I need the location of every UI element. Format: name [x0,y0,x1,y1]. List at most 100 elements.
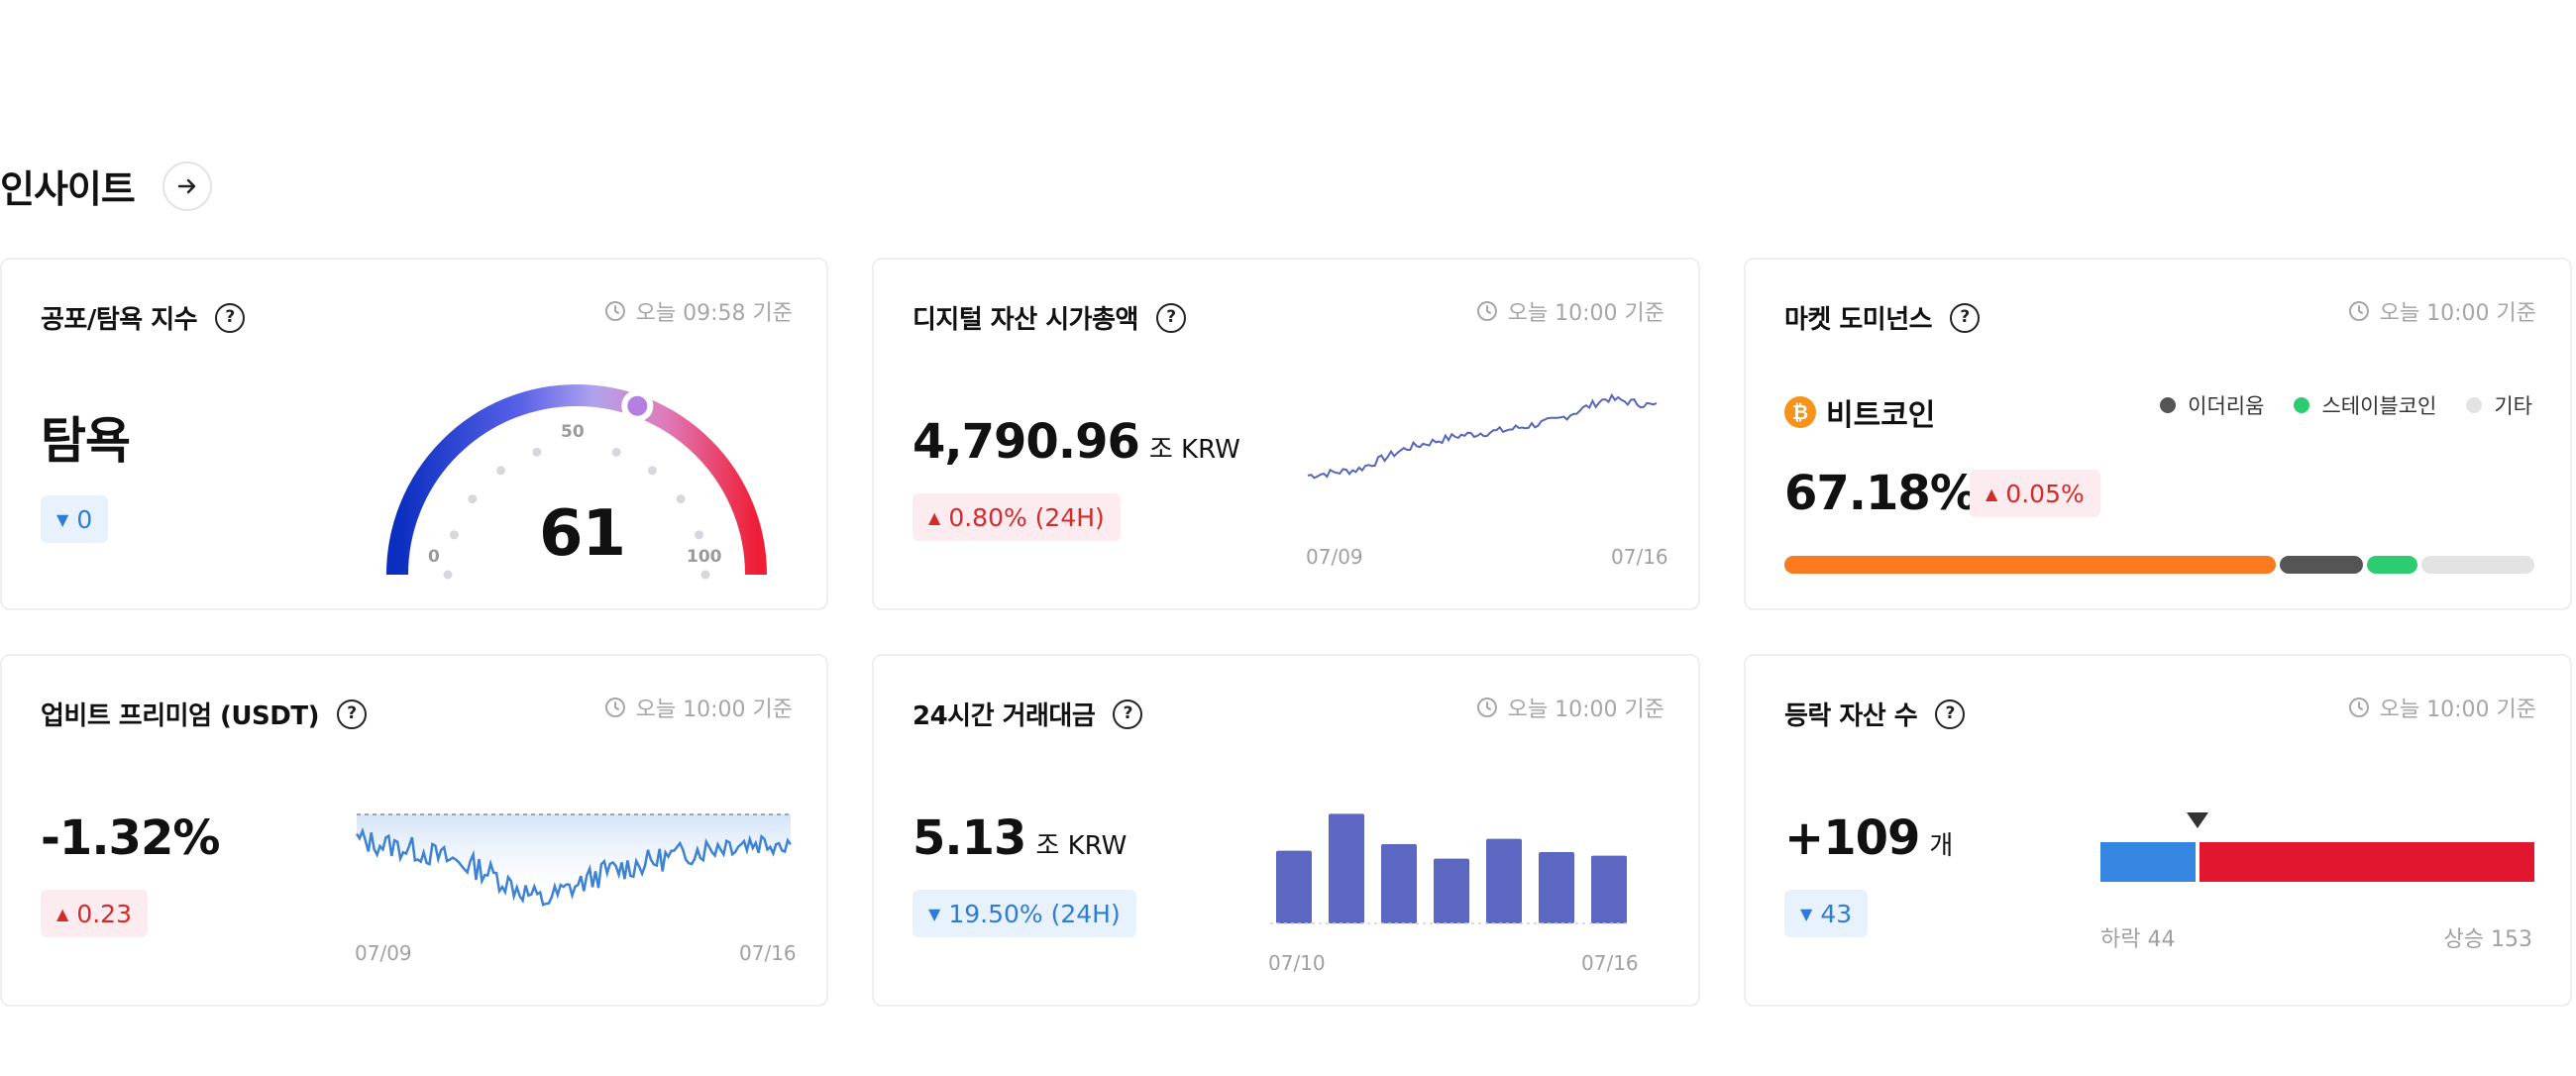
volume-card[interactable]: 24시간 거래대금 ? 오늘 10:00 기준 5.13 조 KRW ▼ 19.5… [872,654,1700,1007]
gauge-tick-dot [647,466,657,476]
triangle-down-icon: ▼ [928,904,941,923]
x-axis-end-label: 07/16 [1581,951,1639,975]
timestamp-text: 오늘 10:00 기준 [1507,301,1664,326]
gauge-tick-dot [676,494,686,504]
gauge-min-label: 0 [428,547,440,567]
dominance-segment [2367,556,2417,574]
clock-icon [604,301,625,321]
card-title: 등락 자산 수 [1784,701,1918,731]
x-axis-end-label: 07/16 [1611,545,1668,569]
card-title-row: 등락 자산 수 ? [1784,696,1966,732]
legend-dot [2160,397,2177,413]
timestamp-text: 오늘 10:00 기준 [1507,698,1664,722]
change-badge: ▲ 0.05% [1970,470,2100,517]
volume-number: 5.13 [912,810,1026,866]
premium-card[interactable]: 업비트 프리미엄 (USDT) ? 오늘 10:00 기준 -1.32% ▲ 0… [0,654,828,1007]
change-badge: ▼ 43 [1784,890,1869,937]
svg-text:₿: ₿ [1792,400,1808,424]
gauge-indicator [621,389,654,422]
legend-label: 기타 [2494,394,2532,418]
timestamp: 오늘 10:00 기준 [2348,692,2536,723]
gauge-tick-dot [532,447,542,457]
insight-more-button[interactable] [161,161,212,211]
legend-dot [2466,397,2483,413]
dominance-card[interactable]: 마켓 도미넌스 ? 오늘 10:00 기준 ₿ 비트코인 이더리움 스테이블코인 기… [1744,258,2572,610]
question-circle-icon[interactable]: ? [215,302,246,333]
x-axis-end-label: 07/16 [739,941,797,965]
legend-item: 기타 [2466,390,2532,420]
volume-unit: 조 KRW [1035,831,1127,861]
advance-segment [2199,842,2534,882]
legend-label: 스테이블코인 [2321,394,2437,418]
dominance-segment [2279,556,2364,574]
clock-icon [604,698,625,717]
question-circle-icon[interactable]: ? [1935,699,1966,729]
advance-decline-bar [2100,812,2534,882]
timestamp: 오늘 09:58 기준 [604,295,793,327]
x-axis-start-label: 07/10 [1268,951,1326,975]
fear-greed-card[interactable]: 공포/탐욕 지수 ? 오늘 09:58 기준 탐욕 ▼ 0 61 0 50 10… [0,258,828,610]
triangle-down-icon: ▼ [56,509,69,529]
question-circle-icon[interactable]: ? [1155,302,1186,333]
clock-icon [2348,301,2369,321]
triangle-down-icon [2186,812,2208,828]
card-title: 디지털 자산 시가총액 [912,305,1138,335]
triangle-up-icon: ▲ [1986,484,1998,503]
legend-label: 이더리움 [2188,394,2265,418]
dominance-segment [1784,556,2276,574]
sentiment-label: 탐욕 [41,412,131,470]
card-title-row: 공포/탐욕 지수 ? [41,299,246,336]
market-cap-value: 4,790.96 조 KRW [912,418,1240,466]
question-circle-icon[interactable]: ? [1950,302,1981,333]
gauge-tick-dot [443,570,453,580]
card-title: 공포/탐욕 지수 [41,305,198,335]
volume-bar [1434,858,1469,923]
volume-bar-chart [1270,813,1627,924]
volume-bar [1276,850,1312,923]
change-badge: ▲ 0.23 [41,890,148,937]
coin-label-row: ₿ 비트코인 [1784,390,1935,434]
change-value: 43 [1820,899,1853,928]
timestamp: 오늘 10:00 기준 [2348,295,2536,327]
gauge-tick-dot [449,530,459,540]
advance-decline-card[interactable]: 등락 자산 수 ? 오늘 10:00 기준 +109 개 ▼ 43 하락 44 상… [1744,654,2572,1007]
gauge-max-label: 100 [687,547,722,567]
net-count-value: +109 개 [1784,814,1953,862]
card-title-row: 24시간 거래대금 ? [912,696,1143,732]
market-cap-line-chart [1307,392,1658,480]
gauge-tick-dot [700,570,710,580]
volume-bar [1539,852,1574,923]
premium-area-chart [355,813,793,907]
clock-icon [2348,698,2369,717]
change-badge: ▼ 0 [41,495,109,543]
coin-name: 비트코인 [1826,398,1936,433]
decline-label: 하락 44 [2100,927,2176,952]
section-title: 인사이트 [0,167,136,211]
triangle-up-icon: ▲ [928,507,941,527]
insight-header: 인사이트 [0,159,212,213]
card-title-row: 디지털 자산 시가총액 ? [912,299,1186,336]
timestamp-text: 오늘 10:00 기준 [2379,698,2536,722]
triangle-up-icon: ▲ [56,904,69,923]
market-cap-card[interactable]: 디지털 자산 시가총액 ? 오늘 10:00 기준 4,790.96 조 KRW … [872,258,1700,610]
timestamp-text: 오늘 10:00 기준 [635,698,793,722]
card-title: 24시간 거래대금 [912,701,1096,731]
x-axis-start-label: 07/09 [355,941,412,965]
net-count-number: +109 [1784,810,1920,866]
volume-value: 5.13 조 KRW [912,814,1127,862]
change-value: 0.23 [76,899,132,928]
gauge-tick-dot [611,447,621,457]
dominance-value: 67.18% [1784,466,1978,521]
gauge-tick-dot [468,494,478,504]
net-count-unit: 개 [1929,831,1954,861]
question-circle-icon[interactable]: ? [1113,699,1143,729]
gauge-tick-dot [496,466,506,476]
market-cap-line [1307,392,1658,480]
market-cap-number: 4,790.96 [912,414,1140,470]
question-circle-icon[interactable]: ? [336,699,367,729]
dominance-legend: 이더리움 스테이블코인 기타 [2160,390,2532,420]
timestamp: 오늘 10:00 기준 [1476,692,1664,723]
volume-bar [1486,838,1522,923]
legend-dot [2294,397,2310,413]
gauge-value: 61 [539,497,626,571]
